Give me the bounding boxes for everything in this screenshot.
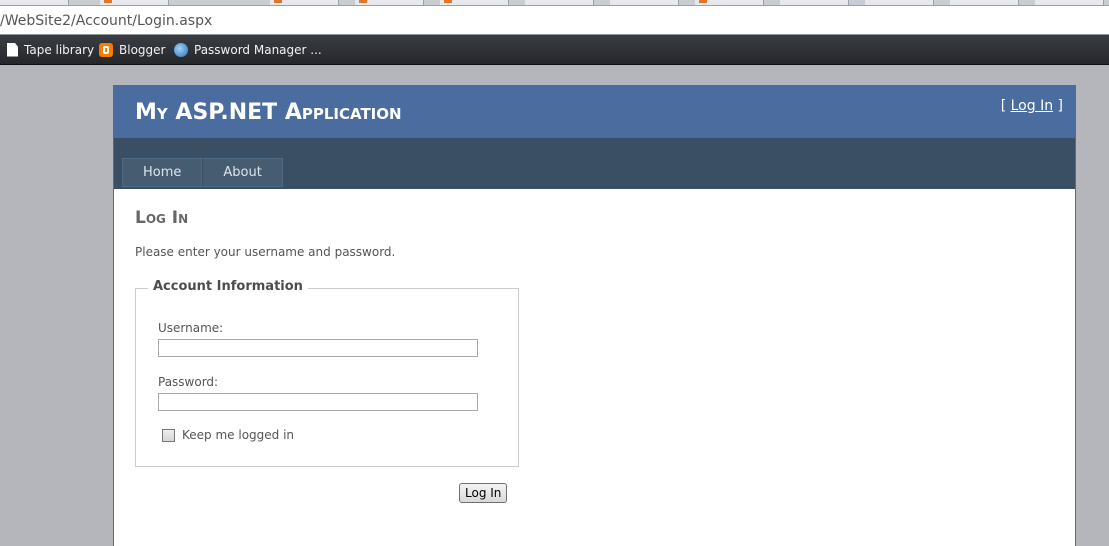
bookmarks-bar: Tape library Blogger Password Manager ..… [0,35,1109,65]
browser-tab[interactable] [950,0,1019,5]
intro-text: Please enter your username and password. [135,245,396,259]
fieldset-legend: Account Information [148,279,308,294]
remember-me-checkbox[interactable] [162,428,175,442]
header-login-link[interactable]: Log In [1011,98,1053,114]
page-title: Log In [135,208,189,228]
browser-tab[interactable] [525,0,594,5]
bookmark-label: Password Manager ... [194,42,322,57]
site-title: My ASP.NET Application [135,100,402,125]
browser-tab[interactable] [100,0,169,5]
document-icon [7,42,18,57]
browser-tab[interactable] [0,0,69,5]
blogger-icon [99,42,113,57]
browser-tab[interactable] [1035,0,1104,5]
password-label: Password: [158,375,219,389]
bookmark-tape-library[interactable]: Tape library [7,35,94,64]
browser-tab[interactable] [355,0,424,5]
browser-tab[interactable] [695,0,764,5]
menu-item-home[interactable]: Home [122,158,203,187]
login-bracket-open: [ [1000,98,1011,114]
login-button[interactable]: Log In [459,483,508,503]
bookmark-label: Blogger [119,42,166,57]
password-input[interactable] [158,393,478,411]
page-container: My ASP.NET Application [ Log In ] Home A… [113,85,1076,546]
login-bracket-close: ] [1053,98,1063,114]
browser-tab[interactable] [780,0,849,5]
remember-me-row: Keep me logged in [162,428,294,442]
url-text[interactable]: /WebSite2/Account/Login.aspx [0,13,212,29]
bookmark-blogger[interactable]: Blogger [99,35,165,64]
menu-item-about[interactable]: About [202,158,283,187]
browser-tab[interactable] [610,0,679,5]
login-display: [ Log In ] [1001,98,1063,114]
password-manager-icon [174,42,188,57]
menu-bar: Home About [114,138,1075,189]
bookmark-password-manager[interactable]: Password Manager ... [174,35,322,64]
remember-me-label[interactable]: Keep me logged in [182,428,294,442]
browser-tab[interactable] [270,0,339,5]
bookmark-label: Tape library [24,42,95,57]
site-header: My ASP.NET Application [ Log In ] [114,86,1075,138]
username-label: Username: [158,321,224,335]
address-bar[interactable]: /WebSite2/Account/Login.aspx [0,6,1109,35]
account-information-fieldset: Account Information Username: Password: … [135,279,519,467]
browser-tab[interactable] [865,0,934,5]
browser-tab[interactable] [440,0,509,5]
username-input[interactable] [158,339,478,357]
nav-menu: Home About [122,158,283,187]
